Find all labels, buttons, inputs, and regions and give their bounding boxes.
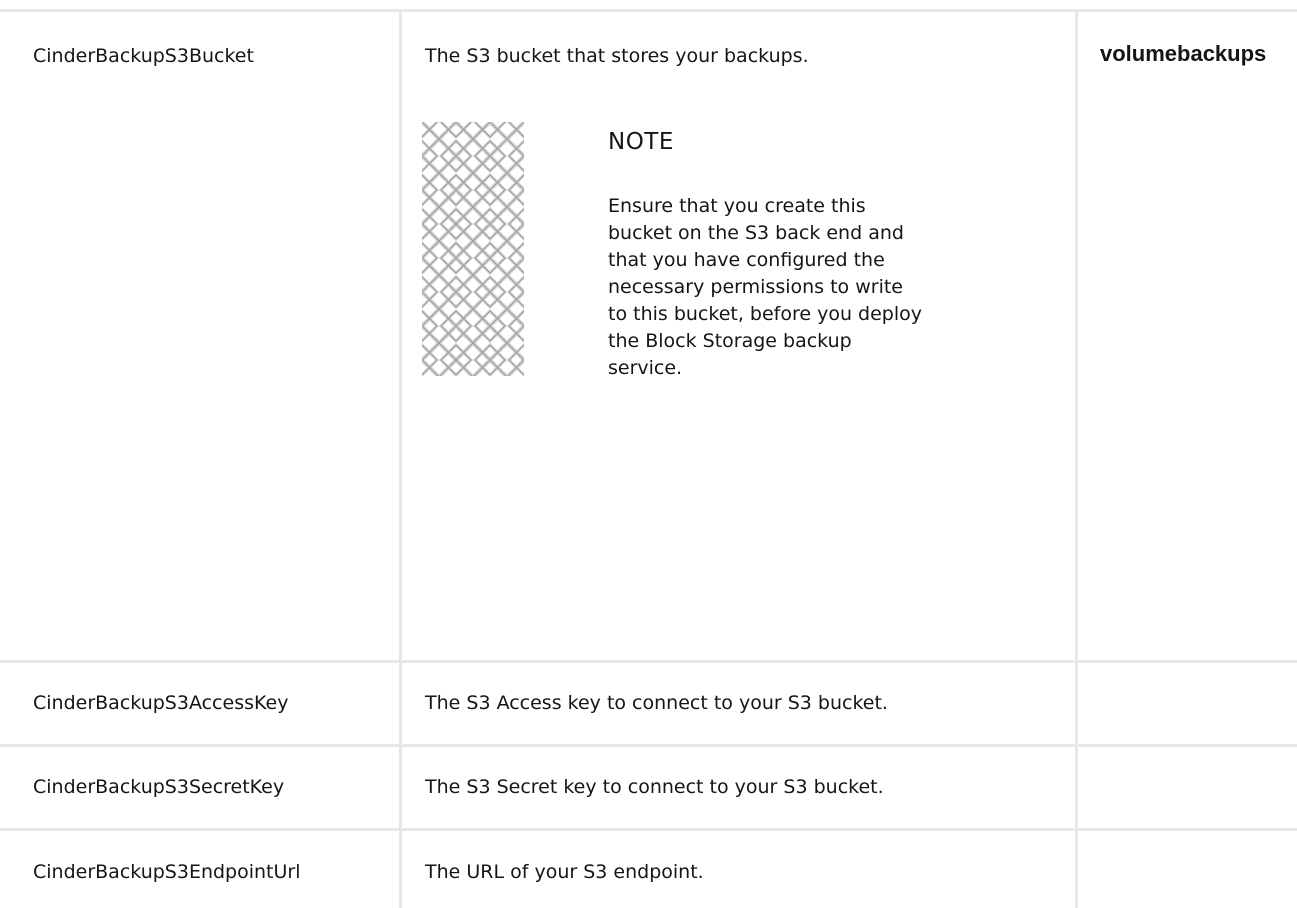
admonition-note-icon xyxy=(422,122,524,376)
note-heading: NOTE xyxy=(608,129,674,155)
parameter-name: CinderBackupS3AccessKey xyxy=(33,692,289,714)
note-text: Ensure that you create this bucket on th… xyxy=(608,195,923,379)
parameter-description: The S3 Access key to connect to your S3 … xyxy=(425,692,888,714)
table-row xyxy=(0,0,1,1)
column-divider xyxy=(399,9,402,908)
parameter-name: CinderBackupS3EndpointUrl xyxy=(33,861,301,883)
parameter-description: The S3 Secret key to connect to your S3 … xyxy=(425,776,884,798)
row-divider xyxy=(0,828,1297,831)
parameter-description: The S3 bucket that stores your backups. xyxy=(425,45,809,67)
row-divider xyxy=(0,660,1297,663)
parameter-description: The URL of your S3 endpoint. xyxy=(425,861,704,883)
row-divider xyxy=(0,744,1297,747)
column-divider xyxy=(1075,9,1078,908)
default-value: volumebackups xyxy=(1100,41,1267,66)
table-top-border xyxy=(0,9,1297,12)
parameter-name: CinderBackupS3SecretKey xyxy=(33,776,285,798)
parameter-name: CinderBackupS3Bucket xyxy=(33,45,254,67)
